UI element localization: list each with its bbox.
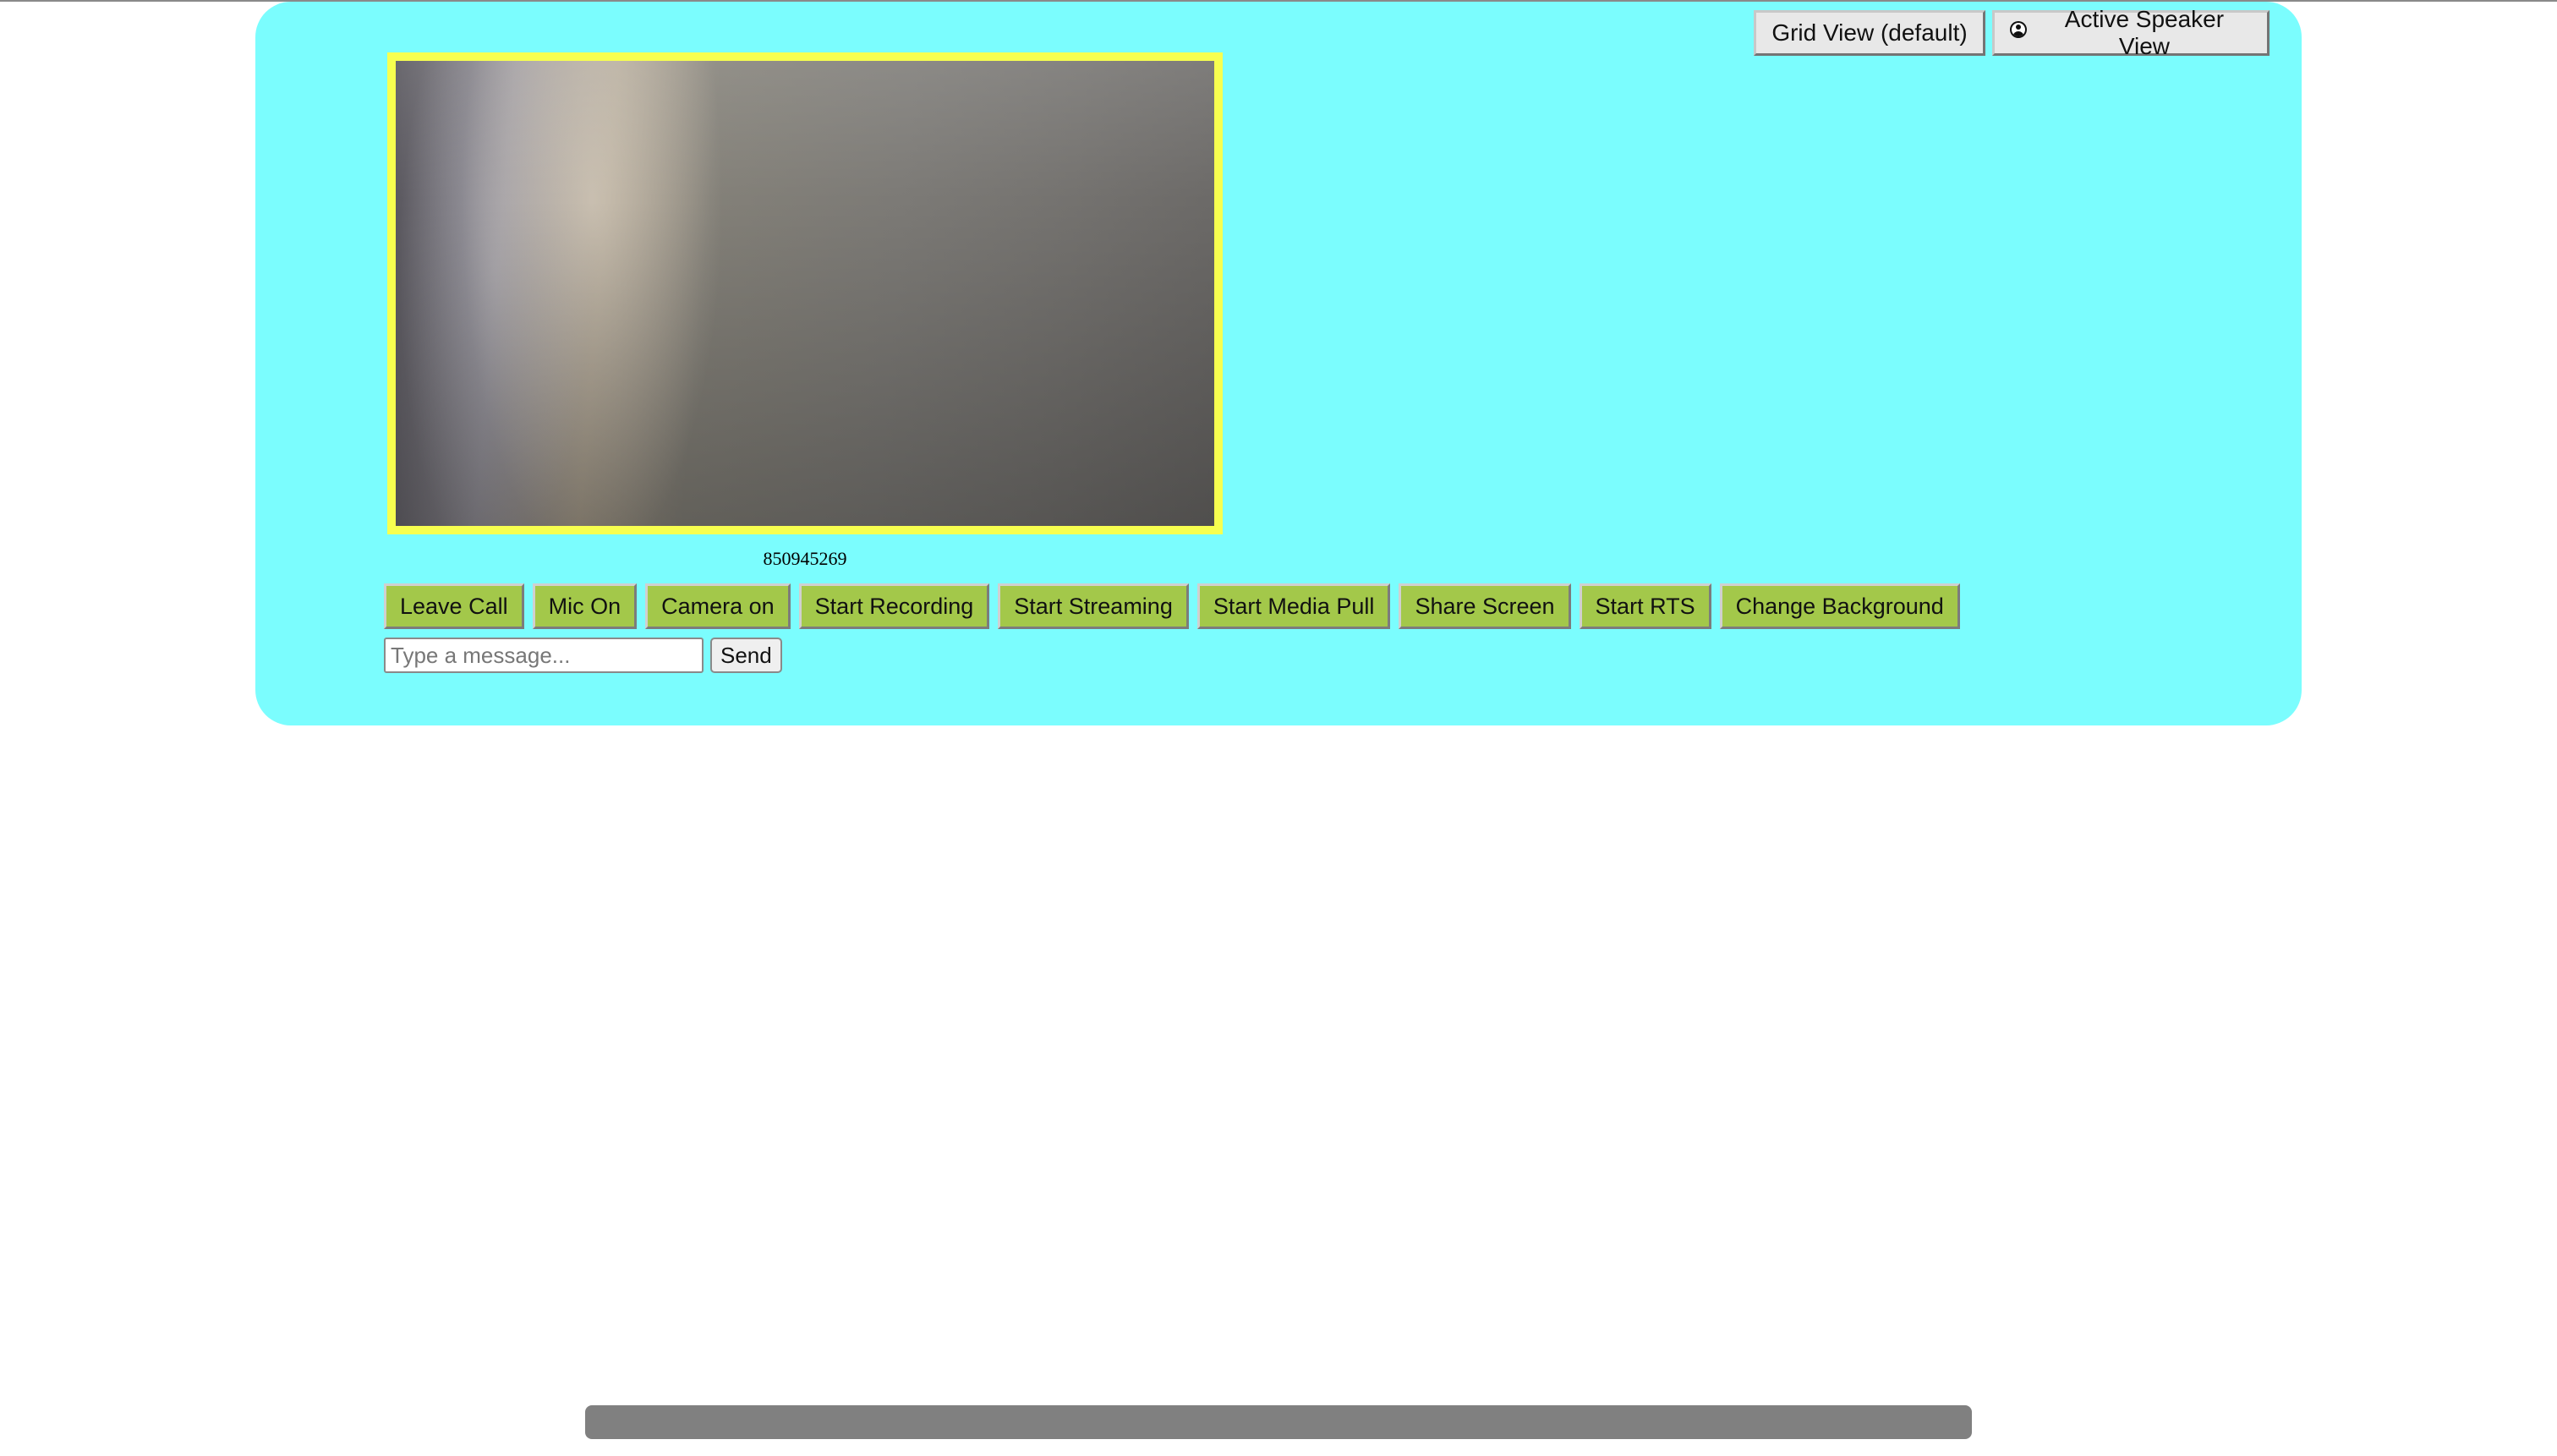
- start-streaming-button[interactable]: Start Streaming: [998, 583, 1189, 629]
- participant-id-label: 850945269: [763, 548, 847, 569]
- grid-view-button[interactable]: Grid View (default): [1754, 10, 1985, 56]
- camera-toggle-button[interactable]: Camera on: [645, 583, 791, 629]
- start-media-pull-button[interactable]: Start Media Pull: [1196, 583, 1391, 629]
- active-speaker-view-label: Active Speaker View: [2064, 6, 2225, 59]
- mic-toggle-button[interactable]: Mic On: [532, 583, 638, 629]
- start-rts-button[interactable]: Start RTS: [1579, 583, 1711, 629]
- grid-view-label: Grid View (default): [1771, 19, 1968, 46]
- send-message-button[interactable]: Send: [710, 638, 782, 673]
- leave-call-button[interactable]: Leave Call: [384, 583, 524, 629]
- participant-video-tile: [387, 52, 1223, 534]
- change-background-button[interactable]: Change Background: [1719, 583, 1960, 629]
- chat-message-input[interactable]: [384, 638, 704, 673]
- active-speaker-view-button[interactable]: Active Speaker View: [1992, 6, 2270, 59]
- call-controls-toolbar: Leave Call Mic On Camera on Start Record…: [384, 583, 1960, 629]
- horizontal-scrollbar[interactable]: [585, 1405, 1972, 1439]
- user-circle-icon: [2010, 21, 2027, 38]
- share-screen-button[interactable]: Share Screen: [1399, 583, 1571, 629]
- start-recording-button[interactable]: Start Recording: [798, 583, 990, 629]
